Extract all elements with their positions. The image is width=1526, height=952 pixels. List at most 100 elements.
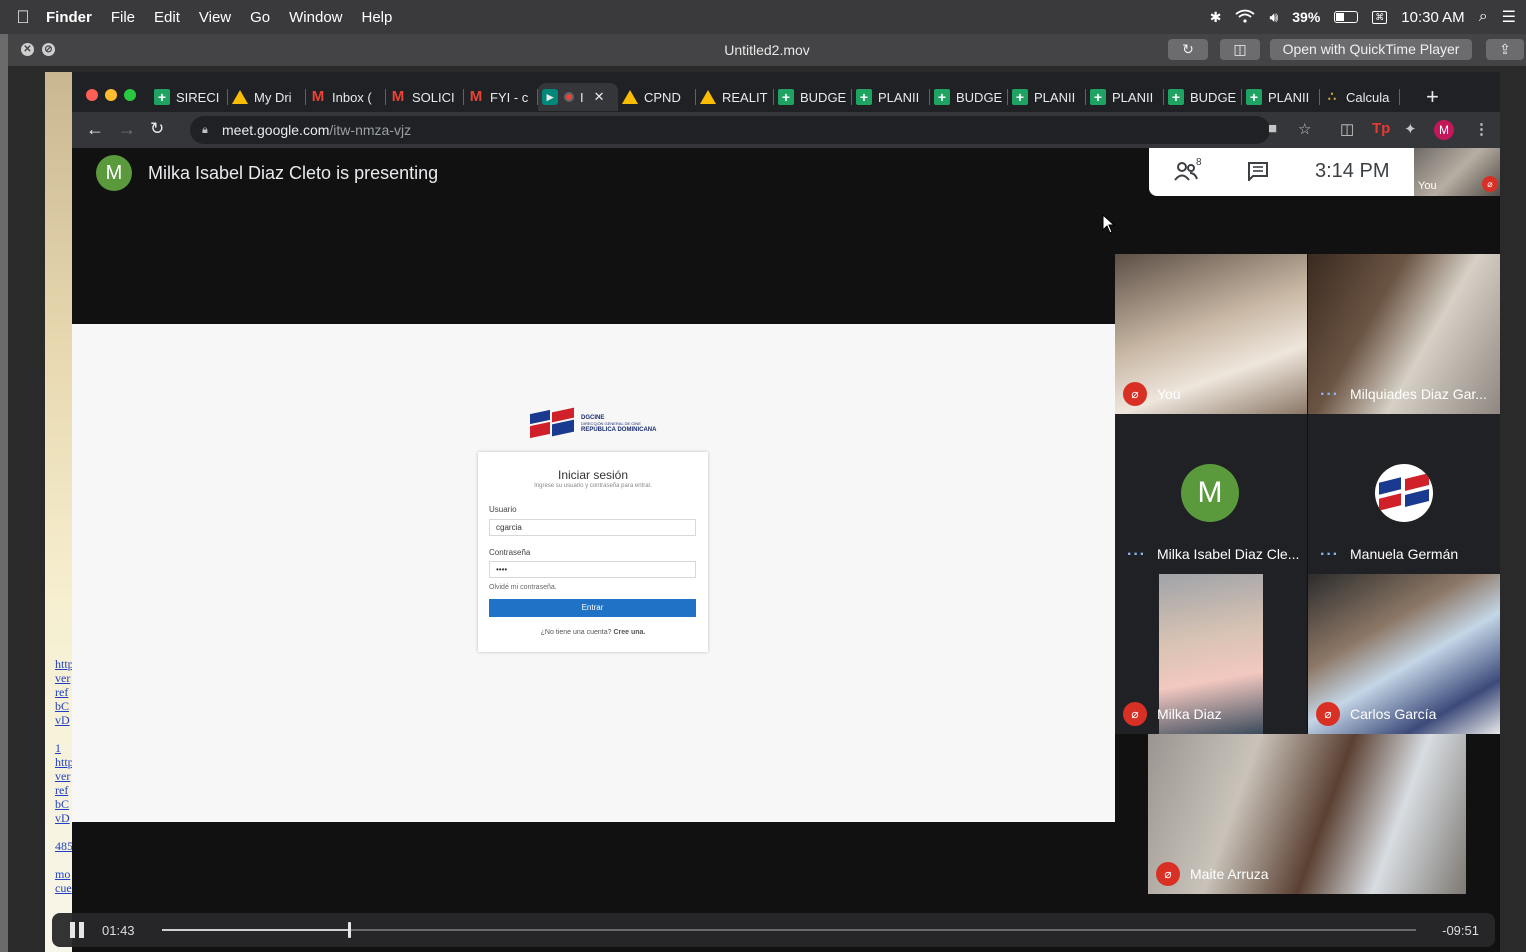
- rotate-button[interactable]: ↻: [1168, 39, 1208, 60]
- menu-go[interactable]: Go: [250, 9, 270, 26]
- desktop-link[interactable]: mo: [55, 867, 74, 881]
- minimize-window-icon[interactable]: [105, 89, 117, 101]
- presenter-bar: M Milka Isabel Diaz Cleto is presenting: [72, 148, 1122, 198]
- browser-tab[interactable]: M SOLICI: [386, 83, 464, 111]
- menu-window[interactable]: Window: [289, 9, 342, 26]
- participant-tile[interactable]: M ··· Milka Isabel Diaz Cle...: [1115, 414, 1307, 574]
- username-input[interactable]: cgarcia: [489, 519, 696, 536]
- reload-icon[interactable]: ↻: [150, 119, 164, 139]
- desktop-link[interactable]: bC: [55, 797, 74, 811]
- apple-menu-icon[interactable]: : [0, 7, 46, 28]
- menu-app-finder[interactable]: Finder: [46, 9, 92, 26]
- browser-tab[interactable]: M Inbox (: [306, 83, 386, 111]
- volume-icon[interactable]: 🔊︎: [1269, 9, 1278, 26]
- desktop-link[interactable]: bC: [55, 699, 74, 713]
- menu-view[interactable]: View: [199, 9, 231, 26]
- browser-tab[interactable]: + PLANII: [1242, 83, 1320, 111]
- participant-name: Milka Isabel Diaz Cle...: [1157, 546, 1300, 562]
- participant-name: Milquiades Diaz Gar...: [1350, 386, 1487, 402]
- participant-tile[interactable]: ⌀ Carlos García: [1308, 574, 1500, 734]
- close-window-icon[interactable]: [86, 89, 98, 101]
- sheets-icon: +: [1090, 89, 1106, 105]
- desktop-link[interactable]: http: [55, 755, 74, 769]
- desktop-link[interactable]: 1: [55, 741, 74, 755]
- password-input[interactable]: ••••: [489, 561, 696, 578]
- desktop-link[interactable]: ver: [55, 769, 74, 783]
- menu-bar:  Finder File Edit View Go Window Help ✱…: [0, 0, 1526, 34]
- menu-file[interactable]: File: [111, 9, 135, 26]
- extension-tp-icon[interactable]: Tp: [1372, 120, 1390, 137]
- keyboard-input-icon[interactable]: ⌘: [1372, 10, 1388, 24]
- wifi-icon[interactable]: [1235, 9, 1255, 26]
- notification-center-icon[interactable]: ☰: [1502, 7, 1516, 27]
- back-icon[interactable]: ←: [86, 119, 104, 140]
- speaking-dots-icon: ···: [1320, 386, 1339, 403]
- participant-tile[interactable]: ··· Milquiades Diaz Gar...: [1308, 254, 1500, 414]
- self-view-thumbnail[interactable]: You ⌀: [1414, 148, 1500, 196]
- trim-button[interactable]: ◫: [1220, 39, 1260, 60]
- extension-glasses-icon[interactable]: ◫: [1340, 120, 1354, 138]
- zoom-window-icon[interactable]: [124, 89, 136, 101]
- profile-avatar[interactable]: M: [1434, 120, 1454, 140]
- participant-tile[interactable]: ··· Manuela Germán: [1308, 414, 1500, 574]
- battery-icon[interactable]: [1334, 11, 1359, 23]
- pause-icon[interactable]: [70, 922, 84, 938]
- browser-tab[interactable]: + BUDGE: [1164, 83, 1242, 111]
- camera-icon[interactable]: ■: [1268, 120, 1277, 137]
- close-tab-icon[interactable]: ✕: [594, 89, 605, 105]
- bookmark-star-icon[interactable]: ☆: [1298, 120, 1311, 138]
- desktop-link[interactable]: vD: [55, 811, 74, 825]
- no-account-text: ¿No tiene una cuenta?: [540, 629, 612, 636]
- chrome-menu-icon[interactable]: ⋮: [1474, 120, 1489, 138]
- browser-tab[interactable]: REALIT: [696, 83, 774, 111]
- desktop-link[interactable]: vD: [55, 713, 74, 727]
- browser-tab[interactable]: My Dri: [228, 83, 306, 111]
- participant-avatar: M: [1181, 464, 1239, 522]
- participant-tile[interactable]: ⌀ Maite Arruza: [1148, 734, 1466, 894]
- open-with-quicktime-button[interactable]: Open with QuickTime Player: [1270, 39, 1472, 60]
- participant-tile[interactable]: ⌀ Milka Diaz: [1115, 574, 1307, 734]
- lock-icon[interactable]: 🔒︎: [202, 116, 208, 144]
- browser-tab[interactable]: + PLANII: [1008, 83, 1086, 111]
- browser-tab[interactable]: + BUDGE: [774, 83, 852, 111]
- menu-edit[interactable]: Edit: [154, 9, 180, 26]
- participant-tile[interactable]: ⌀ You: [1115, 254, 1307, 414]
- browser-tab[interactable]: CPND: [618, 83, 696, 111]
- login-submit-button[interactable]: Entrar: [489, 599, 696, 617]
- playback-scrubber[interactable]: [162, 922, 1416, 938]
- share-icon[interactable]: ⇪: [1486, 39, 1524, 60]
- desktop-link[interactable]: cue: [55, 881, 74, 895]
- new-tab-icon[interactable]: +: [1426, 84, 1439, 110]
- tab-label: Inbox (: [332, 89, 372, 105]
- chat-icon[interactable]: [1247, 161, 1269, 186]
- meet-icon: ▸: [542, 89, 558, 105]
- desktop-link[interactable]: 485: [55, 839, 74, 853]
- browser-tab[interactable]: ∴ Calcula: [1320, 83, 1400, 111]
- browser-tab[interactable]: + PLANII: [1086, 83, 1164, 111]
- browser-tab[interactable]: + PLANII: [852, 83, 930, 111]
- browser-tab[interactable]: + SIRECI: [150, 83, 228, 111]
- address-bar[interactable]: 🔒︎ meet.google.com/itw-nmza-vjz: [190, 116, 1270, 144]
- tab-label: My Dri: [254, 89, 292, 105]
- menu-clock[interactable]: 10:30 AM: [1401, 9, 1464, 26]
- speaking-dots-icon: ···: [1320, 546, 1339, 563]
- presenting-text: Milka Isabel Diaz Cleto is presenting: [148, 163, 439, 183]
- desktop-link[interactable]: http: [55, 657, 74, 671]
- browser-tab[interactable]: + BUDGE: [930, 83, 1008, 111]
- speaking-dots-icon: ···: [1127, 546, 1146, 563]
- browser-tab[interactable]: ▸ I ✕: [538, 83, 618, 111]
- browser-tab[interactable]: M FYI - c: [464, 83, 538, 111]
- forward-icon[interactable]: →: [118, 119, 136, 140]
- scrubber-handle[interactable]: [348, 922, 351, 938]
- bluetooth-icon[interactable]: ✱: [1210, 9, 1222, 26]
- create-account-link[interactable]: Cree una.: [613, 629, 645, 636]
- spotlight-search-icon[interactable]: ⌕: [1479, 8, 1488, 26]
- extensions-puzzle-icon[interactable]: ✦: [1404, 120, 1417, 138]
- forgot-password-link[interactable]: Olvidé mi contraseña.: [489, 584, 557, 591]
- desktop-link[interactable]: ref: [55, 685, 74, 699]
- menu-help[interactable]: Help: [362, 9, 393, 26]
- desktop-link[interactable]: ref: [55, 783, 74, 797]
- desktop-link[interactable]: ver: [55, 671, 74, 685]
